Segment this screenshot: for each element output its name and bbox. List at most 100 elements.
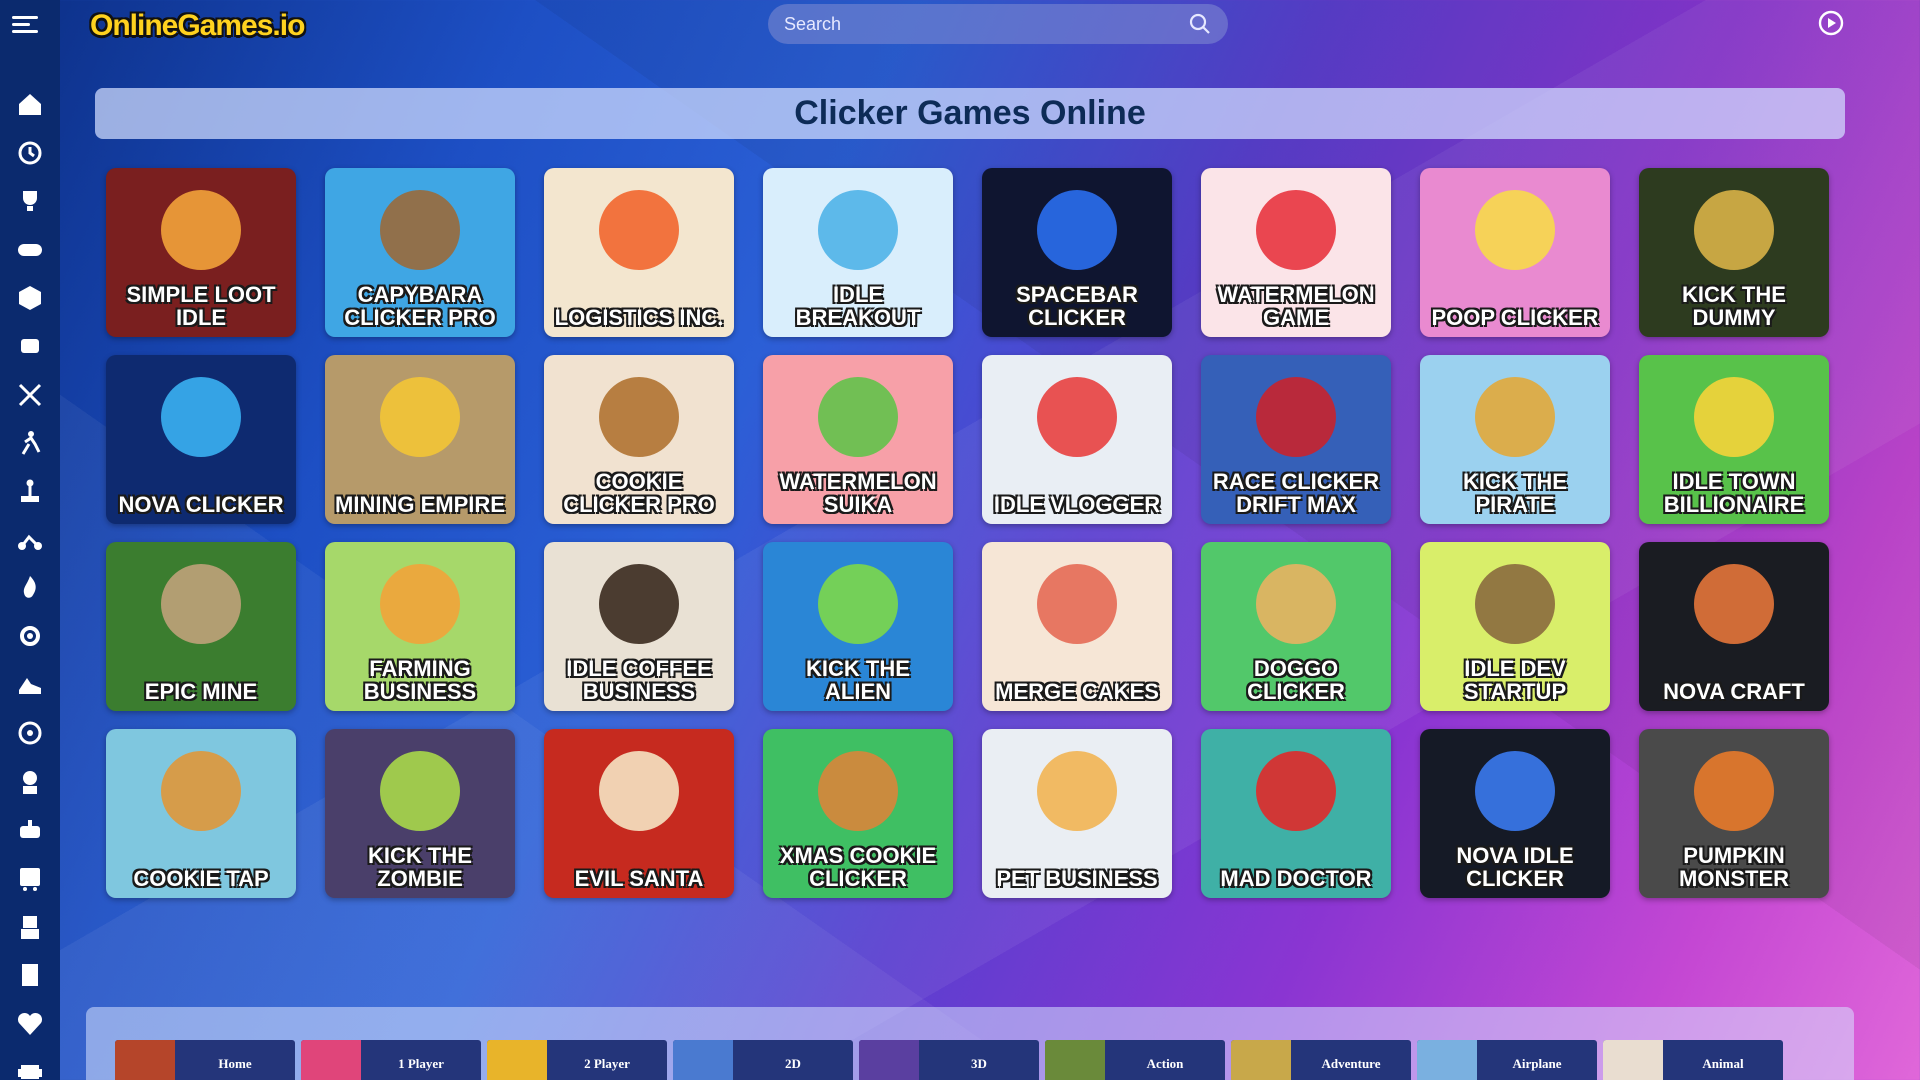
gear-icon[interactable] — [0, 612, 60, 660]
game-tile[interactable]: Idle Town Billionaire — [1639, 355, 1829, 524]
category-thumbnail — [1231, 1040, 1291, 1080]
search-input[interactable] — [784, 13, 1188, 35]
game-tile[interactable]: Doggo Clicker — [1201, 542, 1391, 711]
category-link[interactable]: 2D — [673, 1040, 853, 1080]
game-tile[interactable]: Nova Clicker — [106, 355, 296, 524]
runner-icon[interactable] — [0, 419, 60, 467]
game-tile[interactable]: Nova Craft — [1639, 542, 1829, 711]
game-tile[interactable]: Kick The Alien — [763, 542, 953, 711]
game-thumbnail-art — [818, 751, 898, 831]
game-tile[interactable]: Evil Santa — [544, 729, 734, 898]
game-tile[interactable]: Cookie Tap — [106, 729, 296, 898]
game-tile[interactable]: Kick The Pirate — [1420, 355, 1610, 524]
game-thumbnail-art — [1256, 377, 1336, 457]
game-tile[interactable]: Watermelon Game — [1201, 168, 1391, 337]
game-tile[interactable]: Mining Empire — [325, 355, 515, 524]
game-thumbnail-art — [818, 190, 898, 270]
game-thumbnail-art — [1037, 564, 1117, 644]
gamepad-icon[interactable] — [0, 225, 60, 273]
game-tile[interactable]: Simple Loot Idle — [106, 168, 296, 337]
game-tile[interactable]: Watermelon Suika — [763, 355, 953, 524]
game-tile[interactable]: Logistics Inc. — [544, 168, 734, 337]
game-title: Nova Craft — [1663, 678, 1805, 704]
game-tile[interactable]: Nova Idle Clicker — [1420, 729, 1610, 898]
search-bar[interactable] — [768, 4, 1228, 44]
play-icon[interactable] — [1818, 10, 1844, 36]
category-link[interactable]: Airplane — [1417, 1040, 1597, 1080]
category-link[interactable]: Animal — [1603, 1040, 1783, 1080]
game-thumbnail-art — [1037, 190, 1117, 270]
game-tile[interactable]: Poop Clicker — [1420, 168, 1610, 337]
astronaut-icon[interactable] — [0, 757, 60, 805]
trophy-icon[interactable] — [0, 177, 60, 225]
home-icon[interactable] — [0, 80, 60, 128]
category-thumbnail — [115, 1040, 175, 1080]
sneaker-icon[interactable] — [0, 661, 60, 709]
game-title: Kick The Dummy — [1682, 281, 1786, 330]
game-thumbnail-art — [1256, 564, 1336, 644]
space-invader-icon[interactable] — [0, 1048, 60, 1080]
game-tile[interactable]: Kick The Zombie — [325, 729, 515, 898]
page-title-bar: Clicker Games Online — [95, 88, 1845, 139]
game-thumbnail-art — [161, 564, 241, 644]
robot-icon[interactable] — [0, 903, 60, 951]
category-link[interactable]: 2 Player — [487, 1040, 667, 1080]
game-title: Capybara Clicker Pro — [344, 281, 496, 330]
game-tile[interactable]: Pumpkin Monster — [1639, 729, 1829, 898]
joystick-icon[interactable] — [0, 322, 60, 370]
game-title: Cookie Tap — [133, 865, 269, 891]
heart-icon[interactable] — [0, 999, 60, 1047]
game-thumbnail-art — [1694, 377, 1774, 457]
game-title: Nova Idle Clicker — [1456, 842, 1574, 891]
game-thumbnail-art — [1694, 564, 1774, 644]
game-tile[interactable]: Idle Vlogger — [982, 355, 1172, 524]
game-thumbnail-art — [380, 751, 460, 831]
game-tile[interactable]: Pet Business — [982, 729, 1172, 898]
game-title: Cookie Clicker Pro — [563, 468, 715, 517]
game-tile[interactable]: Xmas Cookie Clicker — [763, 729, 953, 898]
game-tile[interactable]: Idle Dev Startup — [1420, 542, 1610, 711]
motorbike-icon[interactable] — [0, 516, 60, 564]
game-tile[interactable]: Cookie Clicker Pro — [544, 355, 734, 524]
category-link[interactable]: Action — [1045, 1040, 1225, 1080]
game-thumbnail-art — [1694, 190, 1774, 270]
game-title: Watermelon Suika — [779, 468, 937, 517]
game-title: Kick The Zombie — [368, 842, 472, 891]
category-link[interactable]: 3D — [859, 1040, 1039, 1080]
controller-icon[interactable] — [0, 806, 60, 854]
game-title: Idle Dev Startup — [1463, 655, 1567, 704]
menu-toggle-icon[interactable] — [12, 12, 38, 38]
dice-icon[interactable] — [0, 274, 60, 322]
fire-icon[interactable] — [0, 564, 60, 612]
game-tile[interactable]: Idle Coffee Business — [544, 542, 734, 711]
game-title: Nova Clicker — [118, 491, 284, 517]
category-label: Home — [218, 1056, 252, 1071]
category-link[interactable]: 1 Player — [301, 1040, 481, 1080]
history-icon[interactable] — [0, 128, 60, 176]
game-tile[interactable]: Merge Cakes — [982, 542, 1172, 711]
game-tile[interactable]: Spacebar Clicker — [982, 168, 1172, 337]
building-icon[interactable] — [0, 951, 60, 999]
game-title: Race Clicker Drift Max — [1212, 468, 1380, 517]
game-tile[interactable]: Mad Doctor — [1201, 729, 1391, 898]
game-tile[interactable]: Epic Mine — [106, 542, 296, 711]
swords-icon[interactable] — [0, 370, 60, 418]
arcade-stick-icon[interactable] — [0, 467, 60, 515]
steering-wheel-icon[interactable] — [0, 709, 60, 757]
game-thumbnail-art — [1256, 190, 1336, 270]
game-tile[interactable]: Kick The Dummy — [1639, 168, 1829, 337]
category-link[interactable]: Adventure — [1231, 1040, 1411, 1080]
game-tile[interactable]: Capybara Clicker Pro — [325, 168, 515, 337]
site-logo[interactable]: OnlineGames.io — [84, 6, 310, 46]
game-tile[interactable]: Idle Breakout — [763, 168, 953, 337]
category-label: Animal — [1702, 1056, 1744, 1071]
category-link[interactable]: Home — [115, 1040, 295, 1080]
game-thumbnail-art — [161, 377, 241, 457]
game-tile[interactable]: Farming Business — [325, 542, 515, 711]
game-thumbnail-art — [599, 751, 679, 831]
bus-icon[interactable] — [0, 854, 60, 902]
search-icon[interactable] — [1188, 12, 1212, 36]
game-title: Idle Town Billionaire — [1663, 468, 1805, 517]
game-tile[interactable]: Race Clicker Drift Max — [1201, 355, 1391, 524]
game-thumbnail-art — [1475, 190, 1555, 270]
